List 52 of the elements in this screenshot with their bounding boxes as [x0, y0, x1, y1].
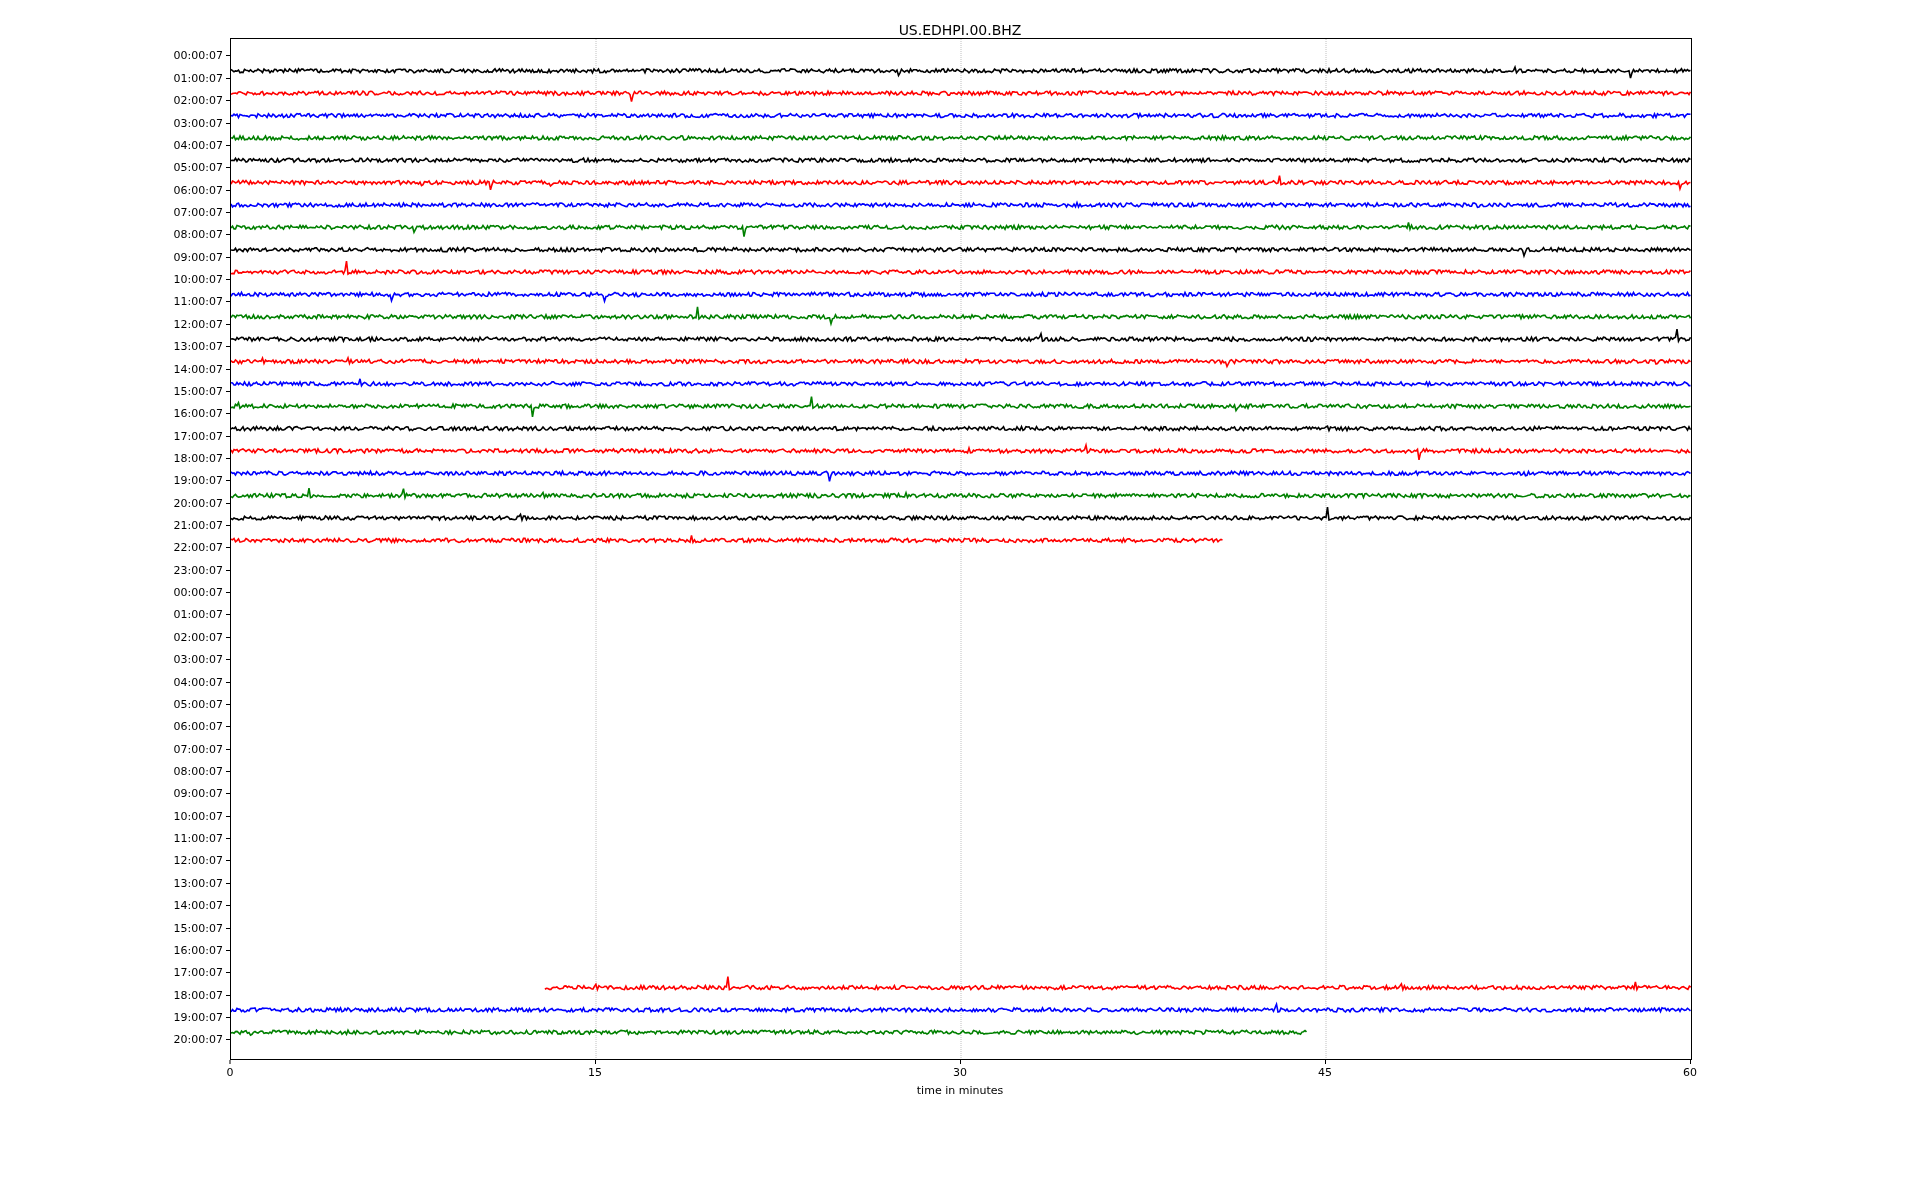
- y-tick-label: 18:00:07: [173, 988, 223, 1002]
- y-tick-label: 10:00:07: [173, 273, 223, 287]
- y-tick-label: 11:00:07: [173, 295, 223, 309]
- x-tick-label: 30: [953, 1066, 967, 1079]
- y-tick-label: 05:00:07: [173, 161, 223, 175]
- y-tick-label: 21:00:07: [173, 519, 223, 533]
- y-tick-label: 03:00:07: [173, 653, 223, 667]
- y-tick-label: 16:00:07: [173, 407, 223, 421]
- chart-title: US.EDHPI.00.BHZ: [898, 22, 1022, 38]
- y-tick-label: 09:00:07: [173, 250, 223, 264]
- y-tick-label: 10:00:07: [173, 809, 223, 823]
- y-tick-label: 06:00:07: [173, 720, 223, 734]
- y-tick-label: 19:00:07: [173, 474, 223, 488]
- x-tick-label: 60: [1683, 1066, 1697, 1079]
- y-tick-label: 22:00:07: [173, 541, 223, 555]
- y-tick-label: 04:00:07: [173, 675, 223, 689]
- y-tick-label: 08:00:07: [173, 765, 223, 778]
- y-tick-label: 15:00:07: [173, 384, 223, 398]
- x-tick-label: 45: [1318, 1066, 1332, 1079]
- y-tick-label: 08:00:07: [173, 228, 223, 242]
- y-tick-label: 14:00:07: [173, 899, 223, 913]
- y-tick-label: 13:00:07: [173, 876, 223, 890]
- y-tick-label: 02:00:07: [173, 94, 223, 108]
- y-tick-label: 14:00:07: [173, 362, 223, 376]
- y-tick-label: 00:00:07: [173, 49, 223, 63]
- y-tick-label: 12:00:07: [173, 854, 223, 868]
- y-tick-label: 07:00:07: [173, 742, 223, 756]
- y-tick-label: 00:00:07: [173, 586, 223, 600]
- y-tick-label: 15:00:07: [173, 921, 223, 935]
- y-tick-label: 17:00:07: [173, 429, 223, 443]
- y-tick-label: 18:00:07: [173, 451, 223, 465]
- y-tick-label: 03:00:07: [173, 116, 223, 130]
- y-tick-label: 19:00:07: [173, 1010, 223, 1024]
- y-tick-label: 01:00:07: [173, 71, 223, 85]
- x-axis-label: time in minutes: [916, 1084, 1004, 1097]
- y-tick-label: 02:00:07: [173, 630, 223, 644]
- y-tick-label: 11:00:07: [173, 832, 223, 846]
- y-tick-label: 20:00:07: [173, 1033, 223, 1047]
- y-tick-label: 16:00:07: [173, 943, 223, 957]
- y-tick-label: 06:00:07: [173, 183, 223, 197]
- y-tick-label: 01:00:07: [173, 608, 223, 622]
- y-tick-label: 12:00:07: [173, 317, 223, 331]
- y-tick-label: 23:00:07: [173, 563, 223, 577]
- y-tick-label: 09:00:07: [173, 787, 223, 801]
- y-tick-label: 20:00:07: [173, 496, 223, 510]
- y-tick-label: 05:00:07: [173, 697, 223, 711]
- x-tick-label: 15: [588, 1066, 602, 1079]
- y-tick-label: 04:00:07: [173, 138, 223, 152]
- y-tick-label: 13:00:07: [173, 340, 223, 354]
- y-tick-label: 07:00:07: [173, 206, 223, 219]
- y-tick-label: 17:00:07: [173, 966, 223, 980]
- x-tick-label: 0: [226, 1066, 234, 1079]
